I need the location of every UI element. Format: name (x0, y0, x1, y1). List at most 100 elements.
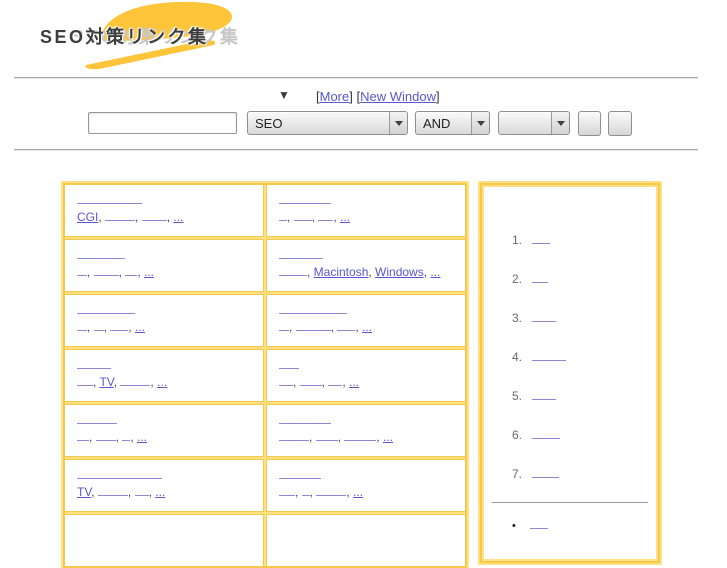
extra-select[interactable] (498, 111, 570, 135)
category-link[interactable]: ... (362, 320, 372, 334)
extra-select-arrow[interactable] (551, 112, 569, 134)
ranking-link[interactable] (532, 467, 559, 478)
category-heading-link[interactable] (279, 248, 323, 259)
category-heading-link[interactable] (77, 193, 142, 204)
category-link-blank[interactable] (279, 265, 307, 276)
category-link-blank[interactable] (279, 430, 309, 441)
category-link-blank[interactable] (299, 375, 322, 386)
category-link-blank[interactable] (279, 210, 287, 221)
separator: , (113, 375, 121, 389)
category-heading-link[interactable] (279, 468, 321, 479)
category-link[interactable]: ... (430, 265, 440, 279)
category-link-blank[interactable] (77, 265, 87, 276)
divider-top (14, 77, 698, 79)
category-link[interactable]: ... (353, 485, 363, 499)
category-link[interactable]: ... (340, 210, 350, 224)
category-link-blank[interactable] (337, 320, 356, 331)
category-link-blank[interactable] (328, 375, 343, 386)
category-heading-link[interactable] (279, 358, 299, 369)
ranking-item: 7. (482, 455, 658, 494)
more-link[interactable]: More (320, 89, 350, 104)
category-heading-link[interactable] (279, 193, 331, 204)
category-link[interactable]: ... (383, 430, 393, 444)
category-select-arrow[interactable] (389, 112, 407, 134)
category-link[interactable]: Windows (375, 265, 424, 279)
category-cell: , , , ... (267, 295, 465, 346)
separator: , (337, 430, 345, 444)
ranking-link[interactable] (532, 350, 566, 361)
category-link[interactable]: ... (135, 320, 145, 334)
category-link-blank[interactable] (279, 375, 293, 386)
category-link-blank[interactable] (105, 210, 136, 221)
category-link-blank[interactable] (279, 320, 289, 331)
separator: , (333, 210, 341, 224)
category-link[interactable]: ... (173, 210, 183, 224)
ranking-link[interactable] (532, 428, 560, 439)
category-link[interactable]: ... (137, 430, 147, 444)
separator: , (376, 430, 384, 444)
separator: , (321, 375, 329, 389)
category-select[interactable]: SEO (247, 111, 408, 135)
category-link[interactable]: Macintosh (314, 265, 369, 279)
category-link-blank[interactable] (344, 430, 377, 441)
category-link-blank[interactable] (95, 430, 116, 441)
ranking-link[interactable] (532, 233, 550, 244)
category-heading-link[interactable] (77, 358, 111, 369)
ranking-link[interactable] (532, 389, 556, 400)
category-link-blank[interactable] (279, 485, 295, 496)
category-link-blank[interactable] (77, 320, 87, 331)
separator: , (330, 320, 338, 334)
category-cell: , , , ... (65, 405, 263, 456)
category-link[interactable]: TV (99, 375, 113, 389)
category-heading-link[interactable] (77, 303, 135, 314)
category-link-blank[interactable] (125, 265, 138, 276)
category-cell: , , , ... (65, 295, 263, 346)
category-link-blank[interactable] (93, 320, 104, 331)
category-link[interactable]: ... (144, 265, 154, 279)
search-button[interactable] (578, 111, 601, 136)
separator: , (118, 265, 126, 279)
new-window-link[interactable]: New Window (360, 89, 436, 104)
reset-button[interactable] (608, 111, 632, 136)
category-link[interactable]: ... (349, 375, 359, 389)
category-link-blank[interactable] (93, 265, 119, 276)
ranking-link[interactable] (532, 311, 556, 322)
category-link-blank[interactable] (141, 210, 167, 221)
category-link-blank[interactable] (316, 485, 347, 496)
category-heading-link[interactable] (77, 468, 162, 479)
separator: , (137, 265, 145, 279)
category-link-blank[interactable] (315, 430, 338, 441)
collapse-toggle-icon[interactable]: ▼ (278, 88, 290, 102)
category-link-blank[interactable] (97, 485, 128, 496)
category-link-blank[interactable] (134, 485, 149, 496)
category-link-blank[interactable] (77, 375, 93, 386)
separator: , (309, 485, 317, 499)
category-select-value: SEO (255, 115, 283, 131)
category-link-blank[interactable] (120, 375, 151, 386)
category-heading-link[interactable] (279, 303, 347, 314)
category-link-blank[interactable] (301, 485, 310, 496)
category-link-blank[interactable] (295, 320, 331, 331)
category-heading-link[interactable] (77, 413, 117, 424)
category-heading-link[interactable] (279, 413, 331, 424)
category-directory-table: CGI, , , ..., , , ..., , , ..., Macintos… (61, 181, 469, 568)
operator-select[interactable]: AND (415, 111, 490, 135)
category-link-blank[interactable] (110, 320, 129, 331)
category-link[interactable]: TV (77, 485, 91, 499)
category-link[interactable]: ... (157, 375, 167, 389)
category-link-blank[interactable] (77, 430, 89, 441)
category-link-blank[interactable] (318, 210, 334, 221)
search-input[interactable] (88, 112, 237, 134)
separator: , (98, 210, 106, 224)
category-link-blank[interactable] (293, 210, 312, 221)
separator: , (127, 485, 135, 499)
ranking-link[interactable] (532, 272, 548, 283)
ranking-footer-link[interactable] (530, 518, 548, 529)
separator: , (89, 430, 96, 444)
category-link[interactable]: ... (155, 485, 165, 499)
category-heading-link[interactable] (77, 248, 125, 259)
operator-select-arrow[interactable] (471, 112, 489, 134)
separator: , (311, 210, 319, 224)
chevron-down-icon (556, 120, 565, 126)
category-link[interactable]: CGI (77, 210, 98, 224)
